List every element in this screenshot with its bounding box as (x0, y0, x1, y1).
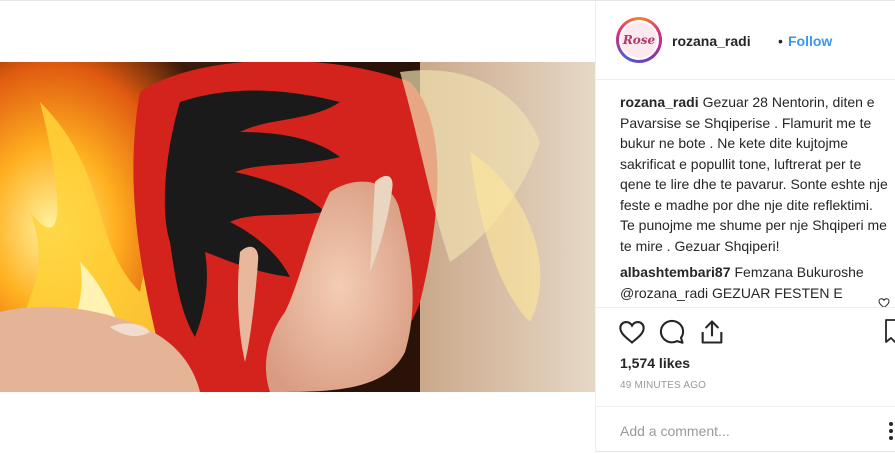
follow-button[interactable]: Follow (788, 33, 832, 49)
caption: rozana_radi Gezuar 28 Nentorin, diten e P… (620, 92, 890, 256)
avatar[interactable]: Rose (616, 17, 662, 63)
comment-icon[interactable] (658, 318, 686, 346)
instagram-post: Rose rozana_radi • Follow rozana_radi Gez… (0, 0, 895, 453)
header-separator: • (778, 33, 783, 49)
post-media (0, 1, 595, 453)
add-comment-input[interactable]: Add a comment... (620, 423, 730, 439)
comments-list[interactable]: rozana_radi Gezuar 28 Nentorin, diten e P… (620, 92, 890, 308)
avatar-image: Rose (619, 20, 659, 60)
header-username[interactable]: rozana_radi (672, 33, 751, 49)
share-icon[interactable] (698, 318, 726, 346)
more-options-icon[interactable] (884, 419, 895, 443)
comment-item: albashtembari87 Femzana Bukuroshe @rozana… (620, 262, 890, 308)
caption-text: Gezuar 28 Nentorin, diten e Pavarsise se… (620, 94, 888, 254)
comment-username[interactable]: albashtembari87 (620, 264, 731, 280)
likes-count[interactable]: 1,574 likes (620, 355, 690, 371)
post-actions: 1,574 likes 49 MINUTES AGO Add a comment… (596, 307, 895, 453)
bookmark-icon[interactable] (884, 318, 895, 346)
avatar-logo-text: Rose (622, 33, 656, 47)
post-header: Rose rozana_radi • Follow (596, 1, 895, 80)
caption-username[interactable]: rozana_radi (620, 94, 699, 110)
photo-illustration (0, 62, 595, 392)
post-timestamp[interactable]: 49 MINUTES AGO (620, 380, 706, 391)
heart-icon[interactable] (618, 318, 646, 346)
post-sidebar: Rose rozana_radi • Follow rozana_radi Gez… (595, 1, 895, 453)
add-comment-bar: Add a comment... (596, 406, 895, 454)
post-photo[interactable] (0, 62, 595, 392)
